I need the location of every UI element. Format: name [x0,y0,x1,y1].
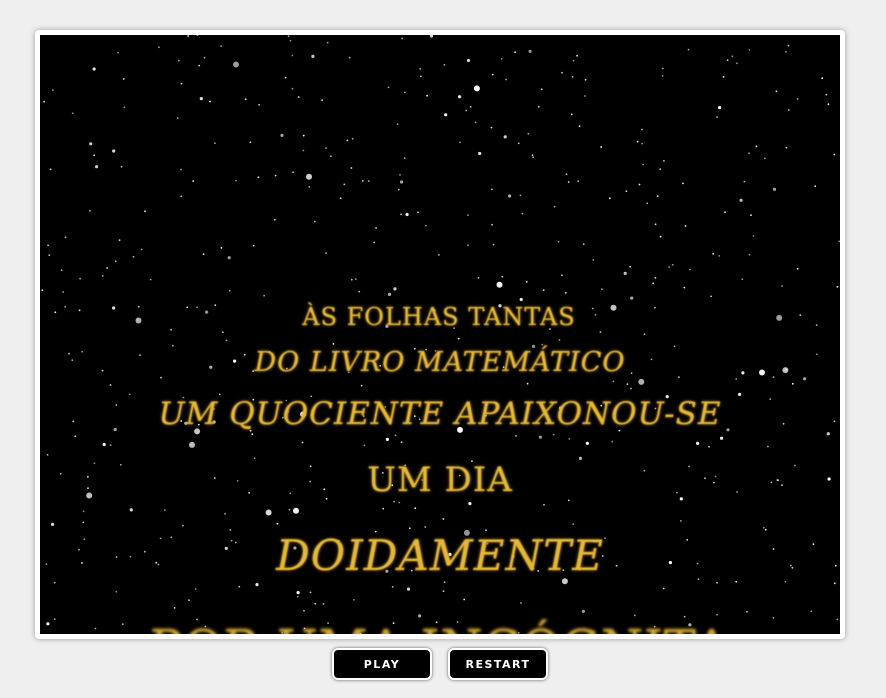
crawl-line-6: POR UMA INCÓGNITA [40,620,840,634]
crawl-line-3: UM QUOCIENTE APAIXONOU-SE [158,396,722,432]
crawl-line-1: ÀS FOLHAS TANTAS [302,303,576,331]
crawl-line-2: DO LIVRO MATEMÁTICO [254,347,626,378]
play-button[interactable]: PLAY [332,648,432,680]
opening-crawl: ÀS FOLHAS TANTAS DO LIVRO MATEMÁTICO UM … [40,35,840,634]
crawl-line-5: DOIDAMENTE [276,531,604,580]
crawl-line-4: UM DIA [367,460,513,500]
player-frame: ÀS FOLHAS TANTAS DO LIVRO MATEMÁTICO UM … [35,30,845,639]
starfield-viewport: ÀS FOLHAS TANTAS DO LIVRO MATEMÁTICO UM … [40,35,840,634]
restart-button[interactable]: RESTART [448,648,548,680]
playback-controls: PLAY RESTART [0,648,886,682]
